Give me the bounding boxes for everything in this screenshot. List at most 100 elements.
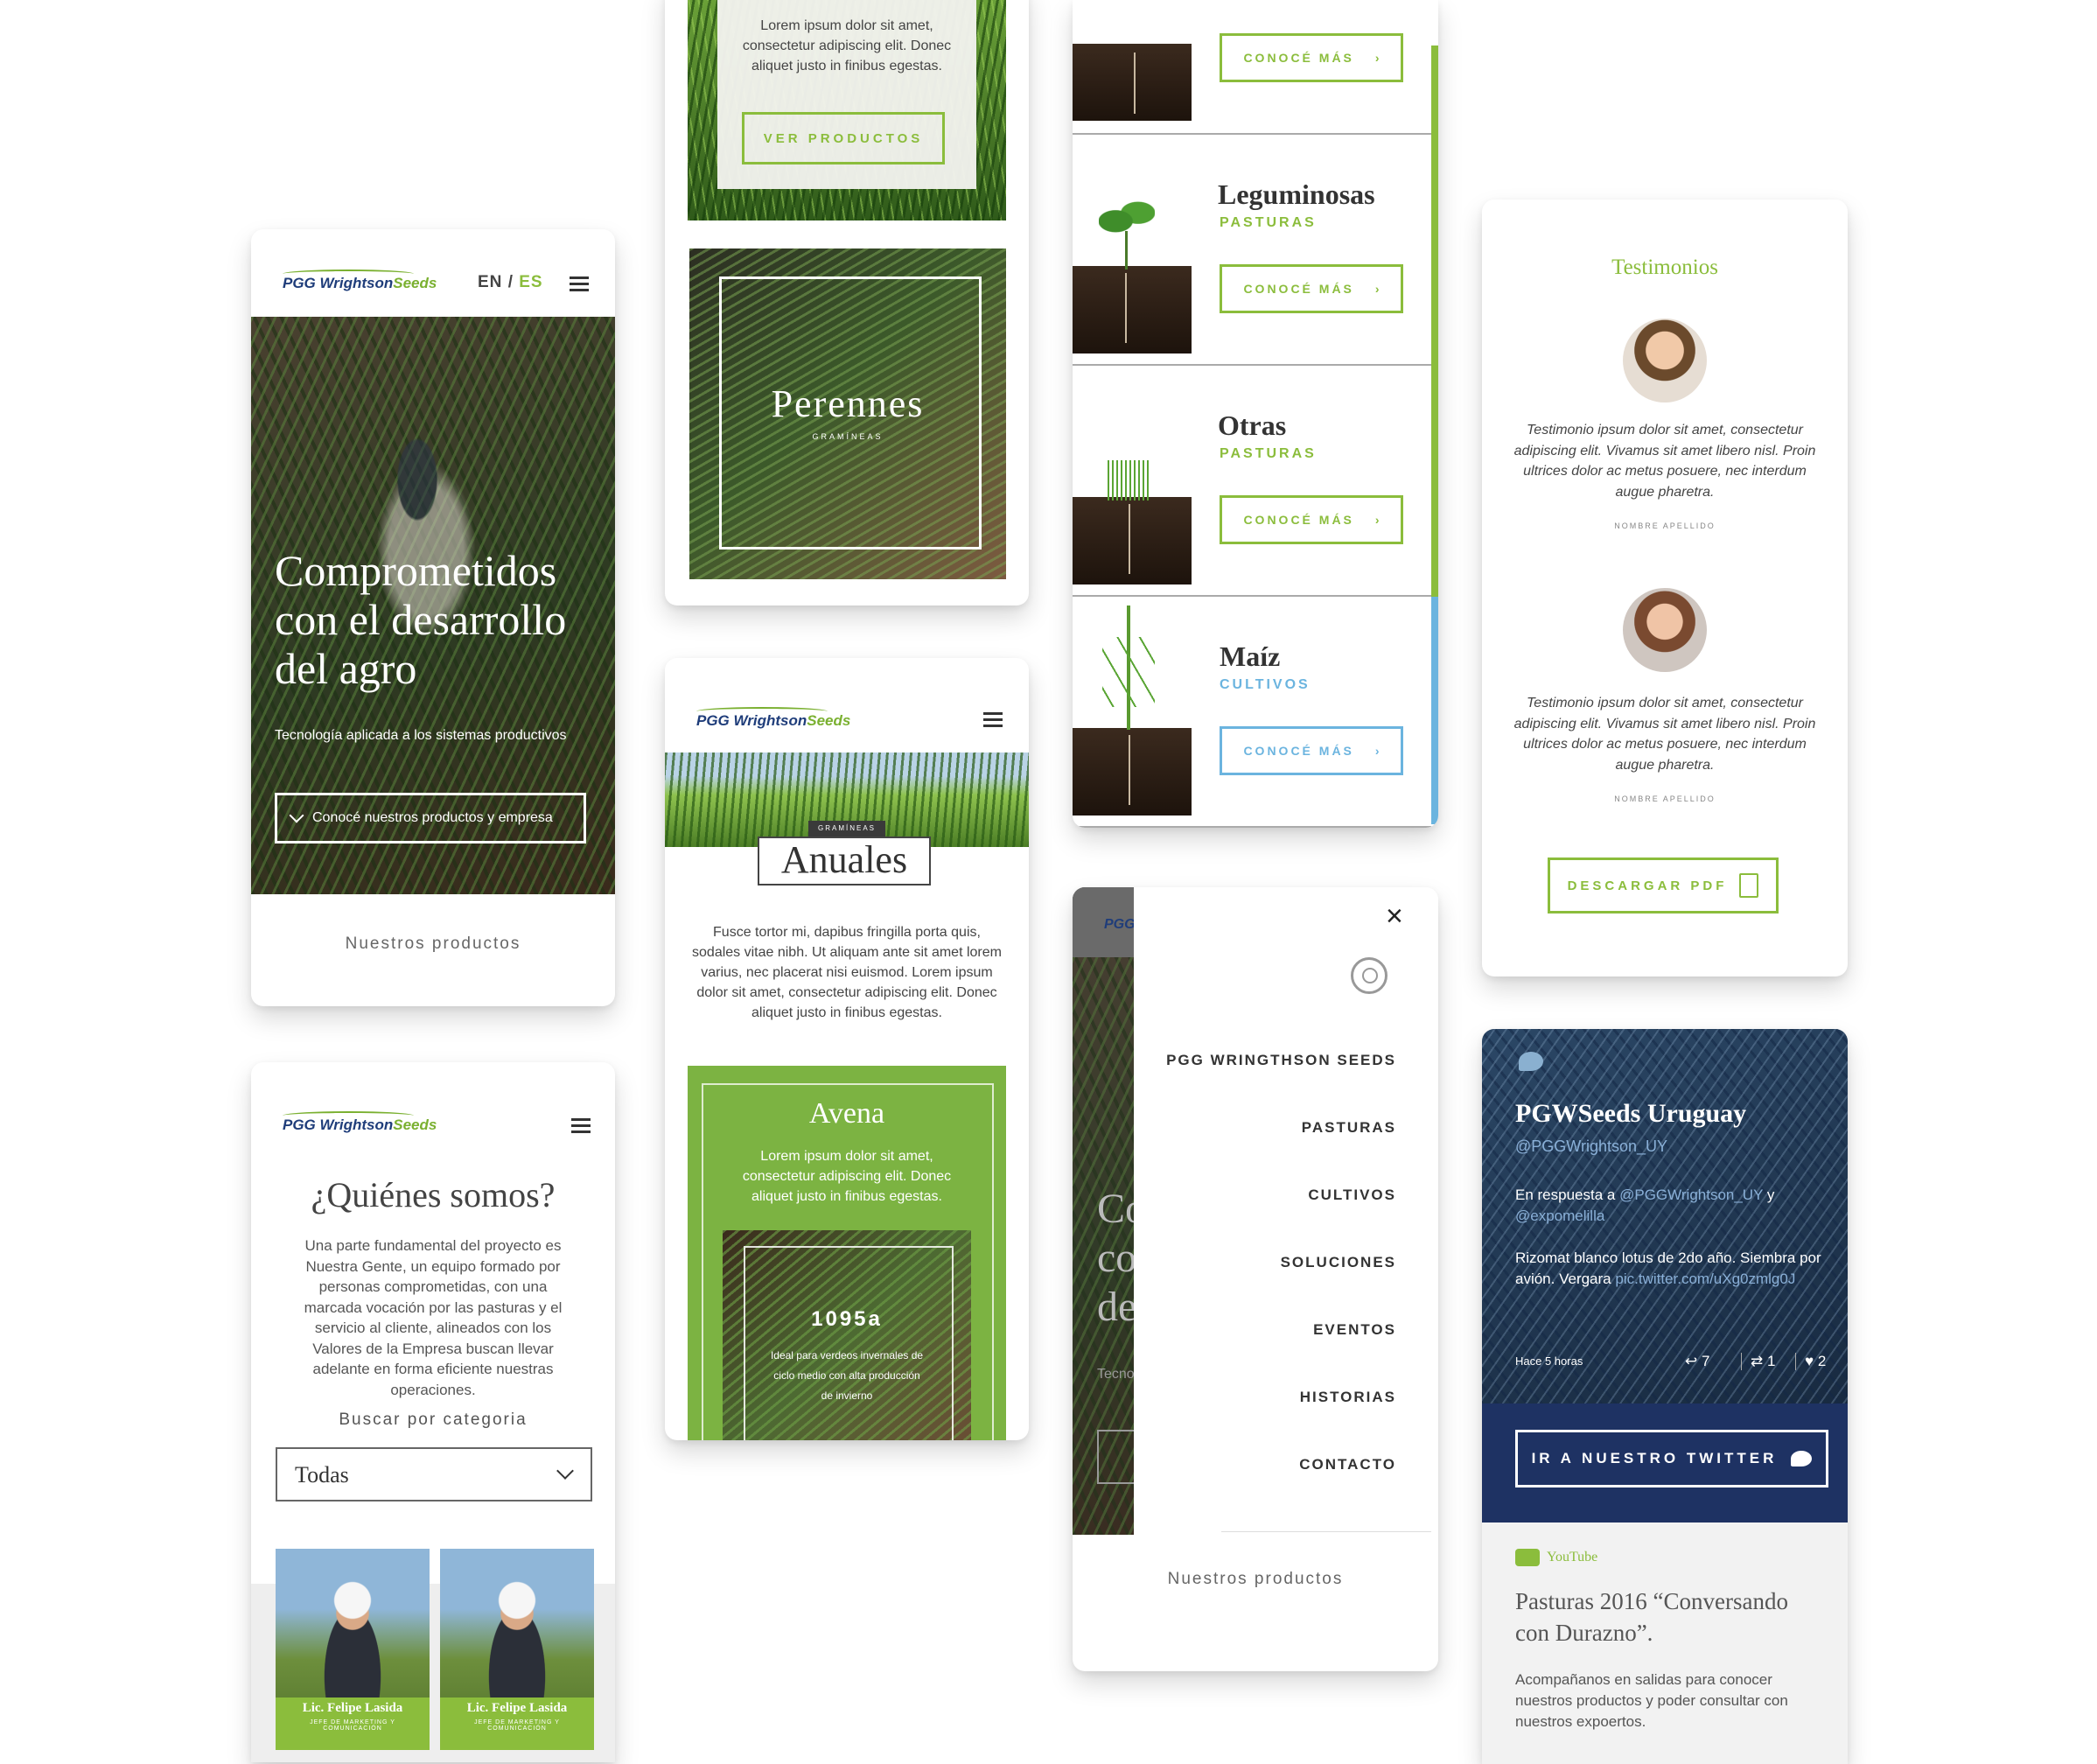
twitter-button[interactable]: IR A NUESTRO TWITTER [1515,1430,1828,1488]
hero-banner: Comprometidos con el desarrollo del agro… [251,317,615,894]
category-select[interactable]: Todas [276,1447,592,1502]
menu-screen: PGG Co co de Tecno × PGG WRINGTHSON SEED… [1073,887,1438,1671]
testimonial-text: Testimonio ipsum dolor sit amet, consect… [1513,423,1816,500]
lang-es-link[interactable]: ES [519,273,542,291]
product-text: Lorem ipsum dolor sit amet, consectetur … [742,1149,952,1204]
about-screen: PGG WrightsonSeeds ¿Quiénes somos? Una p… [251,1062,615,1762]
chevron-right-icon: › [1374,282,1380,296]
testimonial-text: Testimonio ipsum dolor sit amet, consect… [1513,696,1816,773]
background-page: PGG Co co de Tecno [1073,887,1134,1535]
search-icon[interactable] [1351,957,1388,994]
menu-item-eventos[interactable]: EVENTOS [1313,1321,1396,1339]
youtube-label: YouTube [1515,1549,1597,1566]
person-caption: Lic. Felipe Lasida JEFE DE MARKETING Y C… [440,1698,594,1750]
lang-en-link[interactable]: EN [478,273,502,291]
document-icon [1739,873,1759,898]
testimonial-author: NOMBRE APELLIDO [1614,794,1716,803]
category-tag: CULTIVOS [1220,677,1311,692]
reply-icon: ↩ [1685,1353,1698,1369]
soil-image [1073,44,1192,121]
chevron-down-icon [289,808,304,823]
person-card[interactable]: Lic. Felipe Lasida JEFE DE MARKETING Y C… [440,1549,594,1750]
tweet-time: Hace 5 horas [1515,1354,1583,1368]
chevron-down-icon [556,1462,574,1480]
category-tag: PASTURAS [1220,446,1317,461]
like-count[interactable]: ♥ 2 [1795,1353,1826,1370]
person-photo [473,1572,561,1703]
reply-count[interactable]: ↩ 7 [1685,1353,1709,1370]
tile-subtitle: GRAMÍNEAS [812,432,884,441]
menu-item-soluciones[interactable]: SOLUCIONES [1281,1254,1396,1271]
category-badge: GRAMÍNEAS [808,821,885,836]
hero-title: Comprometidos con el desarrollo del agro [275,546,567,693]
soil-image [1073,497,1192,584]
section-label: Nuestros productos [1167,1570,1344,1588]
learn-more-button[interactable]: CONOCÉ MÁS › [1220,726,1403,775]
video-title[interactable]: Pasturas 2016 “Conversando con Durazno”. [1515,1586,1813,1648]
hamburger-menu-icon[interactable] [570,276,589,291]
tile-title: Perennes [771,382,925,425]
category-title: Maíz [1220,640,1281,672]
person-card[interactable]: Lic. Felipe Lasida JEFE DE MARKETING Y C… [276,1549,430,1750]
social-screen: PGWSeeds Uruguay @PGGWrightson_UY En res… [1482,1029,1848,1764]
section-label: Nuestros productos [345,934,521,953]
category-description: Fusce tortor mi, dapibus fringilla porta… [692,925,1002,1020]
learn-more-button[interactable]: CONOCÉ MÁS › [1220,264,1403,313]
category-row-leguminosas[interactable]: Leguminosas PASTURAS CONOCÉ MÁS › [1073,135,1431,366]
home-screen: PGG WrightsonSeeds EN / ES Comprometidos… [251,229,615,1006]
hamburger-menu-icon[interactable] [983,712,1003,727]
product-card-avena[interactable]: Avena Lorem ipsum dolor sit amet, consec… [688,1066,1006,1440]
category-tile-perennes[interactable]: Perennes GRAMÍNEAS [689,248,1006,579]
menu-item-pasturas[interactable]: PASTURAS [1302,1119,1396,1137]
close-icon[interactable]: × [1386,900,1403,934]
chevron-right-icon: › [1374,744,1380,758]
category-accent-bar [1431,597,1438,824]
video-description: Acompañanos en salidas para conocer nues… [1515,1671,1788,1730]
retweet-count[interactable]: ⇄ 1 [1741,1353,1775,1370]
brand-logo[interactable]: PGG WrightsonSeeds [696,707,850,730]
category-row: CONOCÉ MÁS › [1073,0,1438,135]
heart-icon: ♥ [1805,1353,1814,1369]
variety-card[interactable]: 1095a Ideal para verdeos invernales de c… [723,1230,971,1440]
category-row-maiz[interactable]: Maíz CULTIVOS CONOCÉ MÁS › [1073,597,1431,828]
category-row-otras[interactable]: Otras PASTURAS CONOCÉ MÁS › [1073,366,1431,597]
person-photo [309,1572,396,1703]
person-caption: Lic. Felipe Lasida JEFE DE MARKETING Y C… [276,1698,430,1750]
twitter-bird-icon [1519,1052,1543,1071]
account-name: PGWSeeds Uruguay [1515,1099,1747,1128]
menu-item-contacto[interactable]: CONTACTO [1299,1456,1396,1474]
hamburger-menu-icon[interactable] [571,1118,591,1133]
category-list-screen: CONOCÉ MÁS › Leguminosas PASTURAS CONOCÉ … [1073,0,1438,828]
soil-image [1073,728,1192,816]
intro-text: Lorem ipsum dolor sit amet, consectetur … [742,18,952,74]
youtube-play-icon [1515,1549,1540,1566]
variety-frame [744,1246,954,1440]
filter-label: Buscar por categoria [339,1410,528,1429]
learn-more-button[interactable]: CONOCÉ MÁS › [1220,495,1403,544]
chevron-right-icon: › [1374,513,1380,527]
twitter-cta-band: IR A NUESTRO TWITTER [1482,1404,1848,1522]
retweet-icon: ⇄ [1751,1353,1764,1369]
menu-item-company[interactable]: PGG WRINGTHSON SEEDS [1166,1052,1396,1069]
menu-item-historias[interactable]: HISTORIAS [1300,1389,1396,1406]
hero-cta-button[interactable]: Conocé nuestros productos y empresa [275,793,586,844]
tweet-text: Rizomat blanco lotus de 2do año. Siembra… [1515,1250,1821,1287]
plant-icon [1108,460,1151,500]
reply-context: En respuesta a @PGGWrightson_UY y @expom… [1515,1186,1775,1224]
hero-subtitle: Tecnología aplicada a los sistemas produ… [275,728,567,743]
brand-logo[interactable]: PGG WrightsonSeeds [283,270,437,292]
soil-image [1073,266,1192,354]
download-pdf-button[interactable]: DESCARGAR PDF [1548,858,1779,914]
side-menu-panel: × PGG WRINGTHSON SEEDS PASTURAS CULTIVOS… [1134,887,1438,1535]
view-products-button[interactable]: VER PRODUCTOS [742,112,945,164]
account-handle[interactable]: @PGGWrightson_UY [1515,1138,1667,1156]
brand-logo[interactable]: PGG WrightsonSeeds [283,1111,437,1134]
testimonial-author: NOMBRE APELLIDO [1614,522,1716,530]
intro-panel: Lorem ipsum dolor sit amet, consectetur … [717,0,976,189]
learn-more-button[interactable]: CONOCÉ MÁS › [1220,33,1403,82]
menu-item-cultivos[interactable]: CULTIVOS [1308,1186,1396,1204]
about-text: Una parte fundamental del proyecto es Nu… [304,1237,563,1398]
twitter-panel: PGWSeeds Uruguay @PGGWrightson_UY En res… [1482,1029,1848,1405]
category-title: Anuales [758,836,931,886]
avatar [1623,318,1707,402]
